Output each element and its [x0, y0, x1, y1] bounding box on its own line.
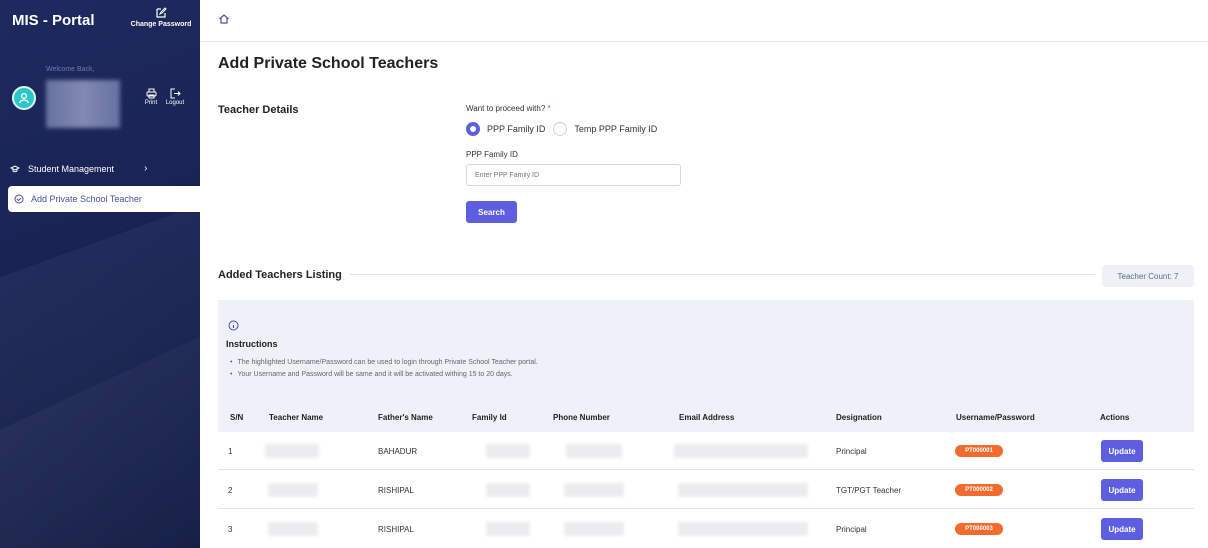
column-header: Family Id — [472, 413, 507, 422]
divider — [350, 274, 1095, 275]
proceed-label: Want to proceed with? * — [466, 104, 551, 113]
field-label: PPP Family ID — [466, 150, 518, 159]
sidebar-item-label: Student Management — [28, 163, 115, 174]
instructions-list: The highlighted Username/Password can be… — [230, 359, 538, 383]
column-header: Email Address — [679, 413, 735, 422]
table-header: S/N Teacher Name Father's Name Family Id… — [218, 402, 1194, 432]
instructions-title: Instructions — [226, 339, 278, 349]
username-badge: PT000002 — [955, 484, 1003, 496]
update-button[interactable]: Update — [1101, 479, 1143, 501]
welcome-text: Welcome Back, — [46, 66, 95, 73]
avatar — [12, 86, 36, 110]
update-button[interactable]: Update — [1101, 440, 1143, 462]
radio-temp-ppp-family-id[interactable] — [553, 122, 568, 136]
table-row: 1 BAHADUR Principal PT000001 Update — [218, 432, 1194, 470]
column-header: Username/Password — [956, 413, 1035, 422]
cell-sn: 2 — [228, 486, 233, 495]
cell-sn: 1 — [228, 447, 233, 456]
graduation-cap-icon — [10, 164, 20, 172]
cell-designation: TGT/PGT Teacher — [836, 486, 902, 495]
redacted-email — [678, 522, 808, 536]
column-header: S/N — [230, 413, 244, 422]
proceed-radio-group: PPP Family ID Temp PPP Family ID — [466, 122, 657, 136]
brand-title: MIS - Portal — [12, 12, 95, 29]
edit-icon — [156, 7, 167, 18]
redacted-email — [678, 483, 808, 497]
cell-father-name: BAHADUR — [378, 447, 418, 456]
redacted-phone — [564, 522, 624, 536]
cell-father-name: RISHIPAL — [378, 525, 414, 534]
proceed-label-text: Want to proceed with? — [466, 104, 546, 113]
ppp-family-id-input[interactable] — [466, 164, 681, 186]
change-password-button[interactable]: Change Password — [130, 7, 192, 28]
top-bar — [200, 0, 1208, 42]
sidebar-item-label: Add Private School Teacher — [31, 194, 142, 204]
list-item: The highlighted Username/Password can be… — [230, 359, 537, 366]
cell-designation: Principal — [836, 525, 867, 534]
column-header: Father's Name — [378, 413, 433, 422]
table-row: 2 RISHIPAL TGT/PGT Teacher PT000002 Upda… — [218, 471, 1194, 509]
logout-button[interactable]: Logout — [164, 88, 186, 106]
logout-icon — [170, 88, 181, 99]
print-button[interactable]: Print — [140, 88, 162, 106]
redacted-teacher-name — [265, 444, 319, 458]
username-badge: PT000003 — [955, 523, 1003, 535]
home-icon[interactable] — [218, 13, 230, 25]
section-label: Teacher Details — [218, 104, 299, 116]
search-button[interactable]: Search — [466, 201, 517, 223]
required-mark: * — [547, 104, 551, 113]
sidebar: MIS - Portal Change Password Welcome Bac… — [0, 0, 200, 548]
column-header: Actions — [1100, 413, 1130, 422]
sidebar-item-add-private-school-teacher[interactable]: Add Private School Teacher — [8, 186, 200, 212]
chevron-right-icon: › — [144, 163, 148, 174]
info-icon — [228, 320, 239, 331]
cell-designation: Principal — [836, 447, 867, 456]
radio-label: Temp PPP Family ID — [574, 124, 658, 134]
user-name-redacted — [46, 80, 120, 128]
printer-icon — [146, 88, 156, 99]
redacted-family-id — [486, 483, 530, 497]
redacted-family-id — [486, 522, 530, 536]
redacted-teacher-name — [268, 522, 318, 536]
check-circle-icon — [14, 194, 24, 204]
print-label: Print — [144, 100, 158, 106]
column-header: Teacher Name — [269, 413, 324, 422]
logout-label: Logout — [165, 100, 185, 106]
listing-title: Added Teachers Listing — [218, 269, 342, 281]
redacted-family-id — [486, 444, 530, 458]
teacher-count-badge: Teacher Count: 7 — [1102, 265, 1194, 287]
column-header: Designation — [836, 413, 882, 422]
sidebar-item-student-management[interactable]: Student Management › — [10, 163, 147, 174]
redacted-phone — [564, 483, 624, 497]
cell-father-name: RISHIPAL — [378, 486, 414, 495]
page-title: Add Private School Teachers — [218, 55, 439, 72]
cell-sn: 3 — [228, 525, 233, 534]
username-badge: PT000001 — [955, 445, 1003, 457]
redacted-email — [674, 444, 808, 458]
user-icon — [18, 92, 30, 104]
table-row: 3 RISHIPAL Principal PT000003 Update — [218, 510, 1194, 548]
redacted-teacher-name — [268, 483, 318, 497]
radio-ppp-family-id[interactable] — [466, 122, 480, 136]
redacted-phone — [566, 444, 622, 458]
column-header: Phone Number — [553, 413, 610, 422]
update-button[interactable]: Update — [1101, 518, 1143, 540]
list-item: Your Username and Password will be same … — [230, 371, 538, 378]
instructions-panel: Instructions The highlighted Username/Pa… — [218, 300, 1194, 402]
change-password-label: Change Password — [130, 21, 192, 28]
radio-label: PPP Family ID — [487, 124, 546, 134]
